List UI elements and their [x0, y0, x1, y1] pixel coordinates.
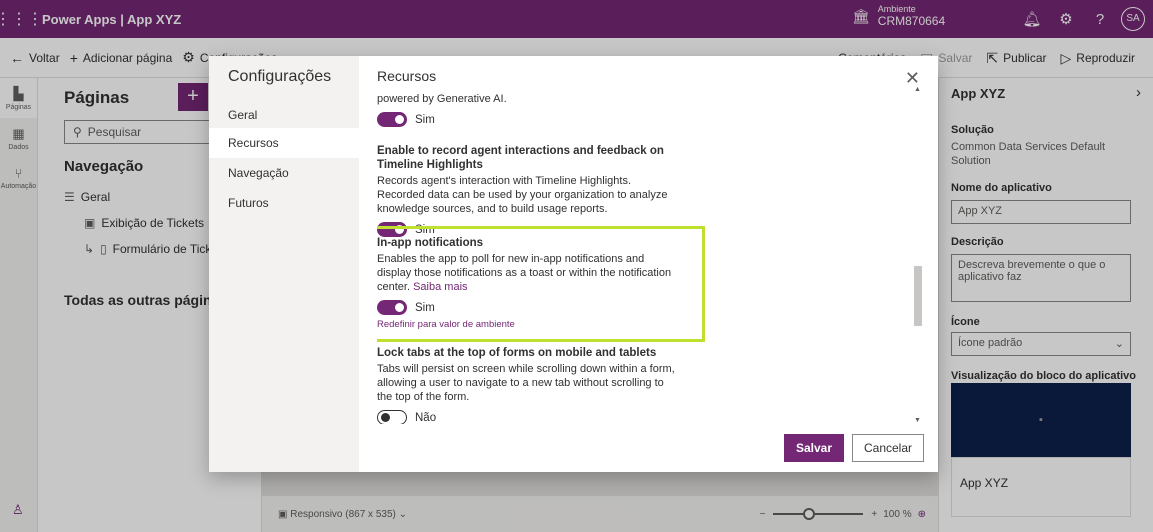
reset-to-environment-link[interactable]: Redefinir para valor de ambiente — [377, 319, 707, 330]
dialog-scrollbar[interactable]: ▲ ▼ — [913, 86, 923, 424]
feature-toggle[interactable] — [377, 112, 407, 127]
feature-timeline-highlights: Enable to record agent interactions and … — [377, 144, 707, 237]
scroll-thumb[interactable] — [914, 266, 922, 326]
toggle-state: Não — [415, 411, 437, 424]
feature-lock-tabs: Lock tabs at the top of forms on mobile … — [377, 346, 707, 424]
dialog-footer: Salvar Cancelar — [784, 434, 924, 462]
scroll-down-icon[interactable]: ▼ — [914, 417, 921, 424]
features-list: powered by Generative AI. Sim Enable to … — [377, 86, 917, 424]
cancel-dialog-button[interactable]: Cancelar — [852, 434, 924, 462]
settings-dialog: Configurações Geral Recursos Navegação F… — [209, 56, 938, 472]
settings-nav: Configurações Geral Recursos Navegação F… — [209, 56, 359, 472]
scroll-up-icon[interactable]: ▲ — [914, 86, 921, 93]
feature-toggle[interactable] — [377, 410, 407, 424]
settings-nav-title: Configurações — [228, 68, 332, 85]
settings-nav-general[interactable]: Geral — [209, 100, 359, 130]
settings-nav-features[interactable]: Recursos — [209, 128, 359, 158]
learn-more-link[interactable]: Saiba mais — [413, 281, 467, 293]
toggle-state: Sim — [415, 301, 435, 314]
feature-title: Lock tabs at the top of forms on mobile … — [377, 347, 657, 359]
toggle-state: Sim — [415, 113, 435, 126]
feature-description: Tabs will persist on screen while scroll… — [377, 363, 675, 403]
feature-description: Records agent's interaction with Timelin… — [377, 175, 668, 215]
feature-generative-ai: powered by Generative AI. Sim — [377, 92, 707, 127]
settings-nav-navigation[interactable]: Navegação — [209, 158, 359, 188]
feature-title: In-app notifications — [377, 237, 484, 249]
dialog-title: Recursos — [377, 68, 437, 84]
save-dialog-button[interactable]: Salvar — [784, 434, 844, 462]
feature-description: Enables the app to poll for new in-app n… — [377, 252, 677, 294]
feature-description: powered by Generative AI. — [377, 93, 507, 105]
feature-in-app-notifications: In-app notifications Enables the app to … — [377, 236, 707, 330]
feature-toggle[interactable] — [377, 300, 407, 315]
settings-nav-upcoming[interactable]: Futuros — [209, 188, 359, 218]
feature-title: Enable to record agent interactions and … — [377, 145, 664, 171]
